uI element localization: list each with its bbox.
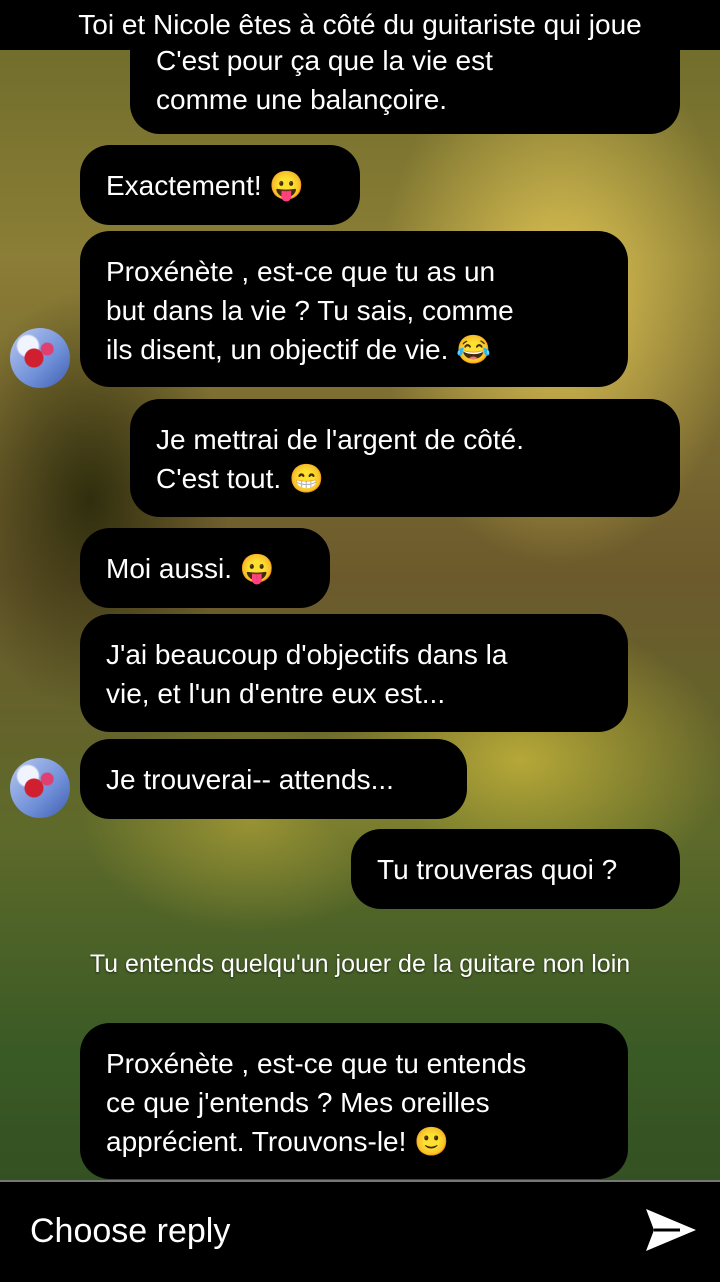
chat-area: C'est pour ça que la vie est comme une b… bbox=[0, 0, 720, 1180]
message-bubble-right: Tu trouveras quoi ? bbox=[351, 829, 680, 909]
nicole-avatar[interactable] bbox=[10, 758, 70, 818]
message-bubble-left: J'ai beaucoup d'objectifs dans la vie, e… bbox=[80, 614, 628, 732]
choose-reply-button[interactable]: Choose reply bbox=[30, 1212, 230, 1251]
message-bubble-left: Exactement! 😛 bbox=[80, 145, 360, 225]
send-icon[interactable] bbox=[640, 1205, 700, 1255]
message-bubble-right: Je mettrai de l'argent de côté. C'est to… bbox=[130, 399, 680, 517]
message-bubble-left: Moi aussi. 😛 bbox=[80, 528, 330, 608]
nicole-avatar[interactable] bbox=[10, 328, 70, 388]
message-bubble-left: Proxénète , est-ce que tu as un but dans… bbox=[80, 231, 628, 387]
message-bubble-left: Proxénète , est-ce que tu entends ce que… bbox=[80, 1023, 628, 1179]
scene-header: Toi et Nicole êtes à côté du guitariste … bbox=[0, 0, 720, 50]
message-bubble-left: Je trouverai-- attends... bbox=[80, 739, 467, 819]
scene-title: Toi et Nicole êtes à côté du guitariste … bbox=[78, 9, 642, 40]
narration-text: Tu entends quelqu'un jouer de la guitare… bbox=[89, 950, 631, 978]
reply-bar[interactable]: Choose reply bbox=[0, 1180, 720, 1282]
